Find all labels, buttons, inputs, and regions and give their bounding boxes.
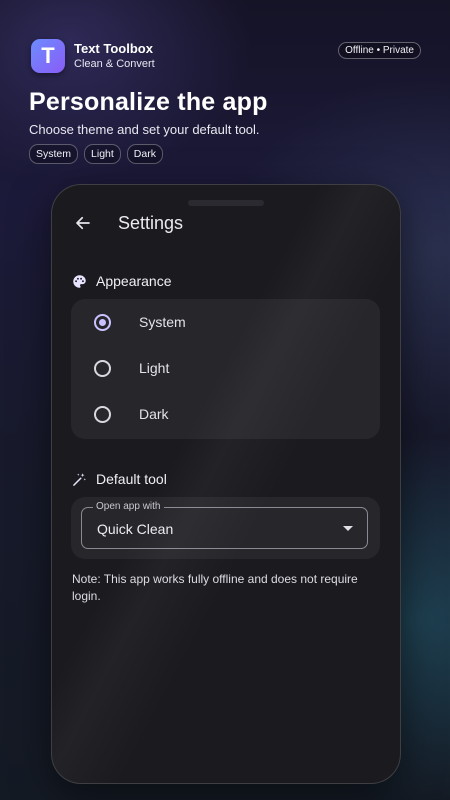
- app-name: Text Toolbox: [74, 40, 153, 56]
- theme-option-system[interactable]: System: [71, 299, 380, 345]
- app-subtitle: Clean & Convert: [74, 58, 155, 71]
- promo-headline: Personalize the app: [29, 88, 268, 116]
- default-tool-section-heading: Default tool: [71, 471, 167, 487]
- settings-top-bar: Settings: [52, 203, 400, 243]
- chip-system: System: [29, 144, 79, 164]
- appearance-section-heading: Appearance: [71, 273, 172, 289]
- app-logo: T: [31, 39, 65, 73]
- theme-option-label: Light: [139, 360, 170, 376]
- page-title: Settings: [118, 212, 184, 233]
- appearance-card: System Light Dark: [71, 299, 380, 439]
- appearance-heading-text: Appearance: [96, 273, 172, 289]
- offline-private-badge: Offline • Private: [338, 42, 421, 59]
- dropdown-arrow-icon[interactable]: [343, 526, 353, 531]
- offline-note: Note: This app works fully offline and d…: [72, 572, 358, 603]
- radio-unselected[interactable]: [94, 359, 111, 377]
- app-header: T Text Toolbox Clean & Convert: [31, 39, 155, 73]
- radio-selected[interactable]: [94, 313, 111, 331]
- chip-dark: Dark: [126, 144, 163, 164]
- theme-option-label: System: [139, 314, 186, 330]
- theme-chips: System Light Dark: [29, 144, 163, 164]
- dropdown-label: Open app with: [93, 501, 164, 512]
- default-tool-card: Open app with Quick Clean: [71, 497, 380, 559]
- default-tool-dropdown[interactable]: Open app with Quick Clean: [81, 501, 368, 549]
- magic-wand-icon: [71, 471, 87, 487]
- promo-subline: Choose theme and set your default tool.: [29, 122, 260, 137]
- phone-frame: Settings Appearance System Light Dark De…: [51, 184, 401, 784]
- back-arrow-icon[interactable]: [70, 210, 96, 236]
- theme-option-dark[interactable]: Dark: [71, 391, 380, 437]
- palette-icon: [71, 273, 87, 289]
- theme-option-label: Dark: [139, 406, 169, 422]
- chip-light: Light: [84, 144, 121, 164]
- dropdown-selected-value: Quick Clean: [97, 521, 174, 537]
- radio-unselected[interactable]: [94, 405, 111, 423]
- default-tool-heading-text: Default tool: [96, 471, 167, 487]
- app-names: Text Toolbox Clean & Convert: [74, 40, 155, 71]
- theme-option-light[interactable]: Light: [71, 345, 380, 391]
